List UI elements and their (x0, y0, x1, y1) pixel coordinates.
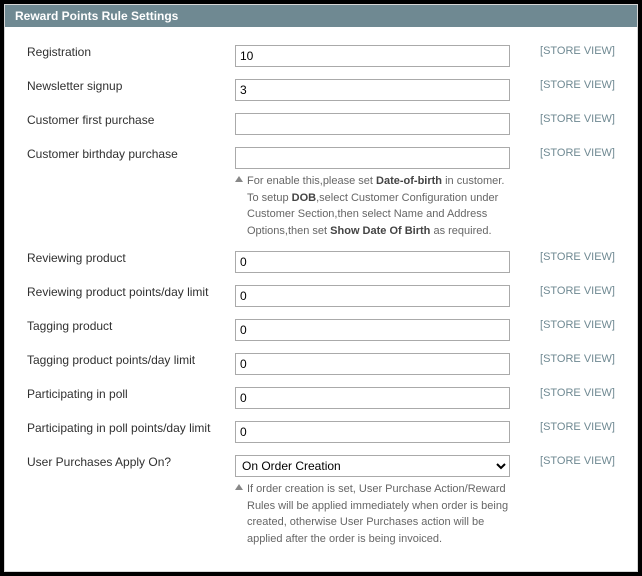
label-registration: Registration (23, 39, 231, 73)
input-poll-limit[interactable] (235, 421, 510, 443)
row-tag: Tagging product [STORE VIEW] (23, 313, 619, 347)
row-review-limit: Reviewing product points/day limit [STOR… (23, 279, 619, 313)
label-birthday-purchase: Customer birthday purchase (23, 141, 231, 245)
note-purchases-text: If order creation is set, User Purchase … (247, 483, 508, 545)
row-first-purchase: Customer first purchase [STORE VIEW] (23, 107, 619, 141)
label-newsletter: Newsletter signup (23, 73, 231, 107)
row-poll: Participating in poll [STORE VIEW] (23, 381, 619, 415)
note-arrow-icon (235, 484, 243, 490)
scope-registration: [STORE VIEW] (514, 39, 619, 73)
panel-title: Reward Points Rule Settings (5, 5, 637, 27)
label-apply-on: User Purchases Apply On? (23, 449, 231, 553)
input-tag[interactable] (235, 319, 510, 341)
settings-form: Registration [STORE VIEW] Newsletter sig… (23, 39, 619, 553)
label-review-limit: Reviewing product points/day limit (23, 279, 231, 313)
reward-points-panel: Reward Points Rule Settings Registration… (4, 4, 638, 572)
panel-body: Registration [STORE VIEW] Newsletter sig… (5, 27, 637, 571)
scope-apply-on: [STORE VIEW] (514, 449, 619, 553)
row-registration: Registration [STORE VIEW] (23, 39, 619, 73)
row-review: Reviewing product [STORE VIEW] (23, 245, 619, 279)
note-birthday: For enable this,please set Date-of-birth… (235, 173, 510, 239)
input-newsletter[interactable] (235, 79, 510, 101)
label-poll-limit: Participating in poll points/day limit (23, 415, 231, 449)
scope-review-limit: [STORE VIEW] (514, 279, 619, 313)
input-poll[interactable] (235, 387, 510, 409)
label-tag-limit: Tagging product points/day limit (23, 347, 231, 381)
row-apply-on: User Purchases Apply On? On Order Creati… (23, 449, 619, 553)
note-birthday-line2: To setup DOB,select Customer Configurati… (247, 192, 498, 237)
scope-poll-limit: [STORE VIEW] (514, 415, 619, 449)
row-tag-limit: Tagging product points/day limit [STORE … (23, 347, 619, 381)
scope-tag: [STORE VIEW] (514, 313, 619, 347)
scope-poll: [STORE VIEW] (514, 381, 619, 415)
label-poll: Participating in poll (23, 381, 231, 415)
row-birthday-purchase: Customer birthday purchase For enable th… (23, 141, 619, 245)
input-review[interactable] (235, 251, 510, 273)
input-registration[interactable] (235, 45, 510, 67)
input-review-limit[interactable] (235, 285, 510, 307)
label-tag: Tagging product (23, 313, 231, 347)
scope-first-purchase: [STORE VIEW] (514, 107, 619, 141)
select-apply-on[interactable]: On Order Creation (235, 455, 510, 477)
note-birthday-line1: For enable this,please set Date-of-birth… (247, 175, 504, 187)
input-tag-limit[interactable] (235, 353, 510, 375)
label-review: Reviewing product (23, 245, 231, 279)
scope-birthday-purchase: [STORE VIEW] (514, 141, 619, 245)
input-first-purchase[interactable] (235, 113, 510, 135)
scope-review: [STORE VIEW] (514, 245, 619, 279)
note-purchases: If order creation is set, User Purchase … (235, 481, 510, 547)
input-birthday-purchase[interactable] (235, 147, 510, 169)
scope-tag-limit: [STORE VIEW] (514, 347, 619, 381)
label-first-purchase: Customer first purchase (23, 107, 231, 141)
row-poll-limit: Participating in poll points/day limit [… (23, 415, 619, 449)
scope-newsletter: [STORE VIEW] (514, 73, 619, 107)
row-newsletter: Newsletter signup [STORE VIEW] (23, 73, 619, 107)
note-arrow-icon (235, 176, 243, 182)
